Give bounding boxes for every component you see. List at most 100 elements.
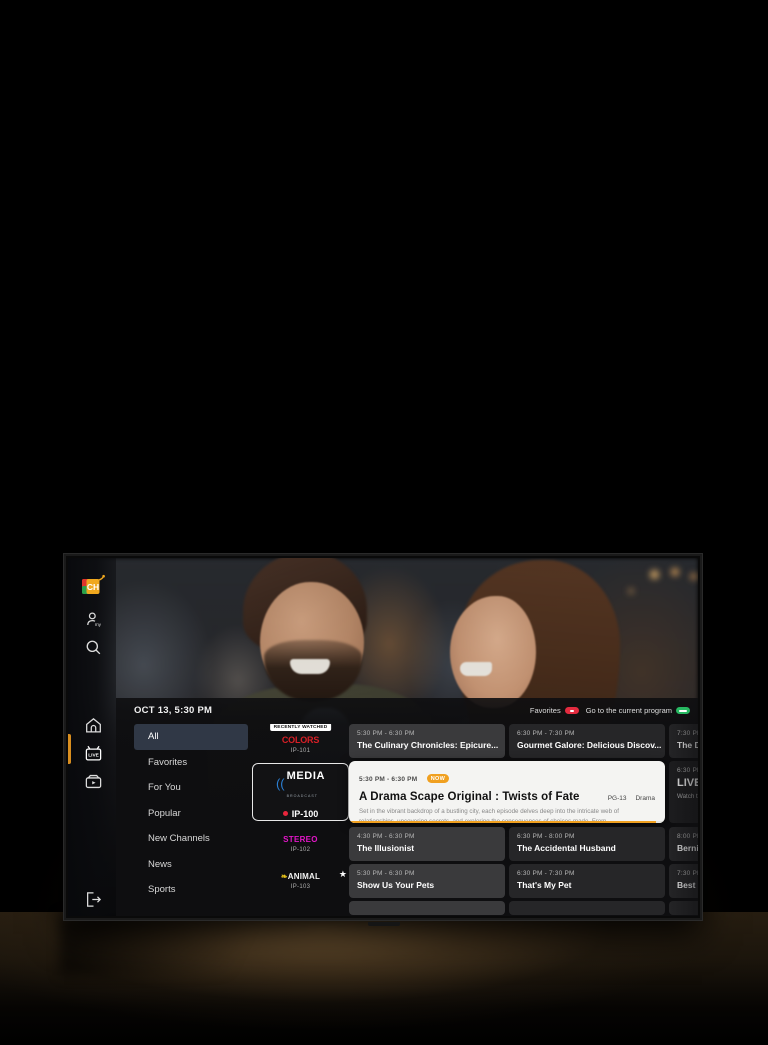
program-card[interactable]: 8:00 PM - Bernie xyxy=(669,827,698,861)
channel-cell-animal[interactable]: ★ ❧ANIMAL IP-103 xyxy=(252,864,349,898)
program-rating: PG-13 xyxy=(607,795,627,802)
table-row-partial[interactable] xyxy=(252,901,698,915)
program-title: The Dav xyxy=(677,740,698,750)
program-card[interactable]: 6:30 PM - LIVE: D Watch the xyxy=(669,761,698,823)
channel-number: IP-103 xyxy=(290,884,311,890)
program-time: 8:00 PM - xyxy=(677,833,698,840)
program-title: Bernie xyxy=(677,843,698,853)
search-icon[interactable] xyxy=(82,636,104,658)
category-item-new-channels[interactable]: New Channels xyxy=(134,826,248,852)
category-label: Popular xyxy=(148,807,181,819)
signal-arcs-icon: (( xyxy=(275,776,285,791)
channel-number: IP-101 xyxy=(290,747,311,754)
channel-cell-colors[interactable]: RECENTLY WATCHED COLORS IP-101 xyxy=(252,724,349,758)
channel-logo-media: (( MEDIA BROADCAST xyxy=(276,766,325,802)
program-title: LIVE: D xyxy=(677,777,698,789)
program-card[interactable]: 7:30 PM - Best Pet xyxy=(669,864,698,898)
program-genre: Drama xyxy=(635,795,655,802)
table-row[interactable]: RECENTLY WATCHED COLORS IP-101 5:30 PM -… xyxy=(252,724,698,758)
program-card[interactable]: 6:30 PM - 7:30 PM That's My Pet xyxy=(509,864,665,898)
category-item-news[interactable]: News xyxy=(134,852,248,878)
favorites-label: Favorites xyxy=(529,706,561,715)
program-progress-bar xyxy=(349,820,665,823)
category-label: New Channels xyxy=(148,833,210,845)
program-title: The Accidental Husband xyxy=(517,843,616,853)
program-card[interactable]: 6:30 PM - 8:00 PM The Accidental Husband xyxy=(509,827,665,861)
green-key-icon xyxy=(676,707,690,714)
channel-cell-next[interactable] xyxy=(252,901,349,915)
exit-icon[interactable] xyxy=(82,888,104,910)
category-label: Sports xyxy=(148,884,176,896)
svg-text:LIVE: LIVE xyxy=(88,752,99,758)
paw-icon: ❧ xyxy=(280,872,288,881)
live-tv-icon[interactable]: LIVE xyxy=(82,742,104,764)
program-time: 5:30 PM - 6:30 PM xyxy=(357,730,415,737)
channel-grid[interactable]: RECENTLY WATCHED COLORS IP-101 5:30 PM -… xyxy=(252,724,698,916)
program-card[interactable] xyxy=(669,901,698,915)
category-item-favorites[interactable]: Favorites xyxy=(134,750,248,776)
channel-logo-colors: COLORS xyxy=(281,734,320,745)
program-title: Show Us Your Pets xyxy=(357,880,435,890)
channel-app-logo[interactable]: CH xyxy=(82,574,106,596)
program-title: That's My Pet xyxy=(517,880,572,890)
channel-logo-text: STEREO xyxy=(283,835,318,844)
active-rail-indicator xyxy=(68,734,71,764)
program-time: 7:30 PM - xyxy=(677,870,698,877)
favorite-star-icon[interactable]: ★ xyxy=(339,870,347,879)
channel-number: IP-102 xyxy=(290,847,311,853)
category-item-sports[interactable]: Sports xyxy=(134,877,248,903)
channel-logo-animal: ❧ANIMAL xyxy=(281,872,320,881)
program-card[interactable]: 6:30 PM - 7:30 PM Gourmet Galore: Delici… xyxy=(509,724,665,758)
table-row[interactable]: STEREO IP-102 4:30 PM - 6:30 PM The Illu… xyxy=(252,827,698,861)
guide-date-label: OCT 13, 5:30 PM xyxy=(134,705,213,716)
current-program-label: Go to the current program xyxy=(585,706,672,715)
profile-icon[interactable]: my xyxy=(82,608,104,630)
program-card[interactable]: 4:30 PM - 6:30 PM The Illusionist xyxy=(349,827,505,861)
category-item-all[interactable]: All xyxy=(134,724,248,750)
channel-logo-stereo: STEREO xyxy=(283,835,318,844)
channel-number: IP-100 xyxy=(291,808,319,819)
svg-text:CH: CH xyxy=(87,582,99,592)
program-card[interactable] xyxy=(509,901,665,915)
home-icon[interactable] xyxy=(82,714,104,736)
guide-header: OCT 13, 5:30 PM Favorites Go to the curr… xyxy=(116,698,698,724)
side-navigation-rail: CH my LIVE xyxy=(68,558,116,916)
program-time: 5:30 PM - 6:30 PM xyxy=(359,776,418,783)
table-row[interactable]: (( MEDIA BROADCAST IP-100 5:30 PM - 6:30… xyxy=(252,760,698,824)
recently-watched-badge: RECENTLY WATCHED xyxy=(269,724,332,731)
channel-logo-text: COLORS xyxy=(281,734,320,745)
channel-logo-text: ANIMAL xyxy=(287,872,321,881)
program-card[interactable]: 7:30 PM - The Dav xyxy=(669,724,698,758)
program-card[interactable]: 5:30 PM - 6:30 PM Show Us Your Pets xyxy=(349,864,505,898)
program-time: 5:30 PM - 6:30 PM xyxy=(357,870,415,877)
favorites-button[interactable]: Favorites xyxy=(530,706,579,715)
tv-device: OCT 13, 5:30 PM Favorites Go to the curr… xyxy=(64,554,702,920)
program-time: 6:30 PM - 7:30 PM xyxy=(517,870,575,877)
category-item-popular[interactable]: Popular xyxy=(134,801,248,827)
program-time: 4:30 PM - 6:30 PM xyxy=(357,833,415,840)
category-label: All xyxy=(148,731,159,743)
program-card[interactable]: 5:30 PM - 6:30 PM The Culinary Chronicle… xyxy=(349,724,505,758)
program-card-focused[interactable]: 5:30 PM - 6:30 PM NOW A Drama Scape Orig… xyxy=(349,761,665,823)
svg-text:my: my xyxy=(94,622,101,627)
now-badge: NOW xyxy=(426,774,450,783)
table-row[interactable]: ★ ❧ANIMAL IP-103 5:30 PM - 6:30 PM Show … xyxy=(252,864,698,898)
program-card[interactable] xyxy=(349,901,505,915)
program-time: 7:30 PM - xyxy=(677,730,698,737)
floor-shadow-streak xyxy=(60,915,320,975)
channel-cell-media[interactable]: (( MEDIA BROADCAST IP-100 xyxy=(252,763,349,821)
red-key-icon xyxy=(564,707,579,714)
category-item-for-you[interactable]: For You xyxy=(134,775,248,801)
program-time: 6:30 PM - xyxy=(677,767,698,774)
channel-cell-stereo[interactable]: STEREO IP-102 xyxy=(252,827,349,861)
program-time: 6:30 PM - 7:30 PM xyxy=(517,730,575,737)
room-scene: OCT 13, 5:30 PM Favorites Go to the curr… xyxy=(0,0,768,1045)
program-title: A Drama Scape Original : Twists of Fate xyxy=(359,791,580,803)
apps-icon[interactable] xyxy=(82,770,104,792)
go-to-current-program-button[interactable]: Go to the current program xyxy=(586,706,690,715)
program-title: The Illusionist xyxy=(357,843,415,853)
program-title: Best Pet xyxy=(677,880,698,890)
channel-logo-text: MEDIA xyxy=(286,769,326,782)
program-title: The Culinary Chronicles: Epicure... xyxy=(357,740,499,750)
live-dot-icon xyxy=(282,811,288,816)
